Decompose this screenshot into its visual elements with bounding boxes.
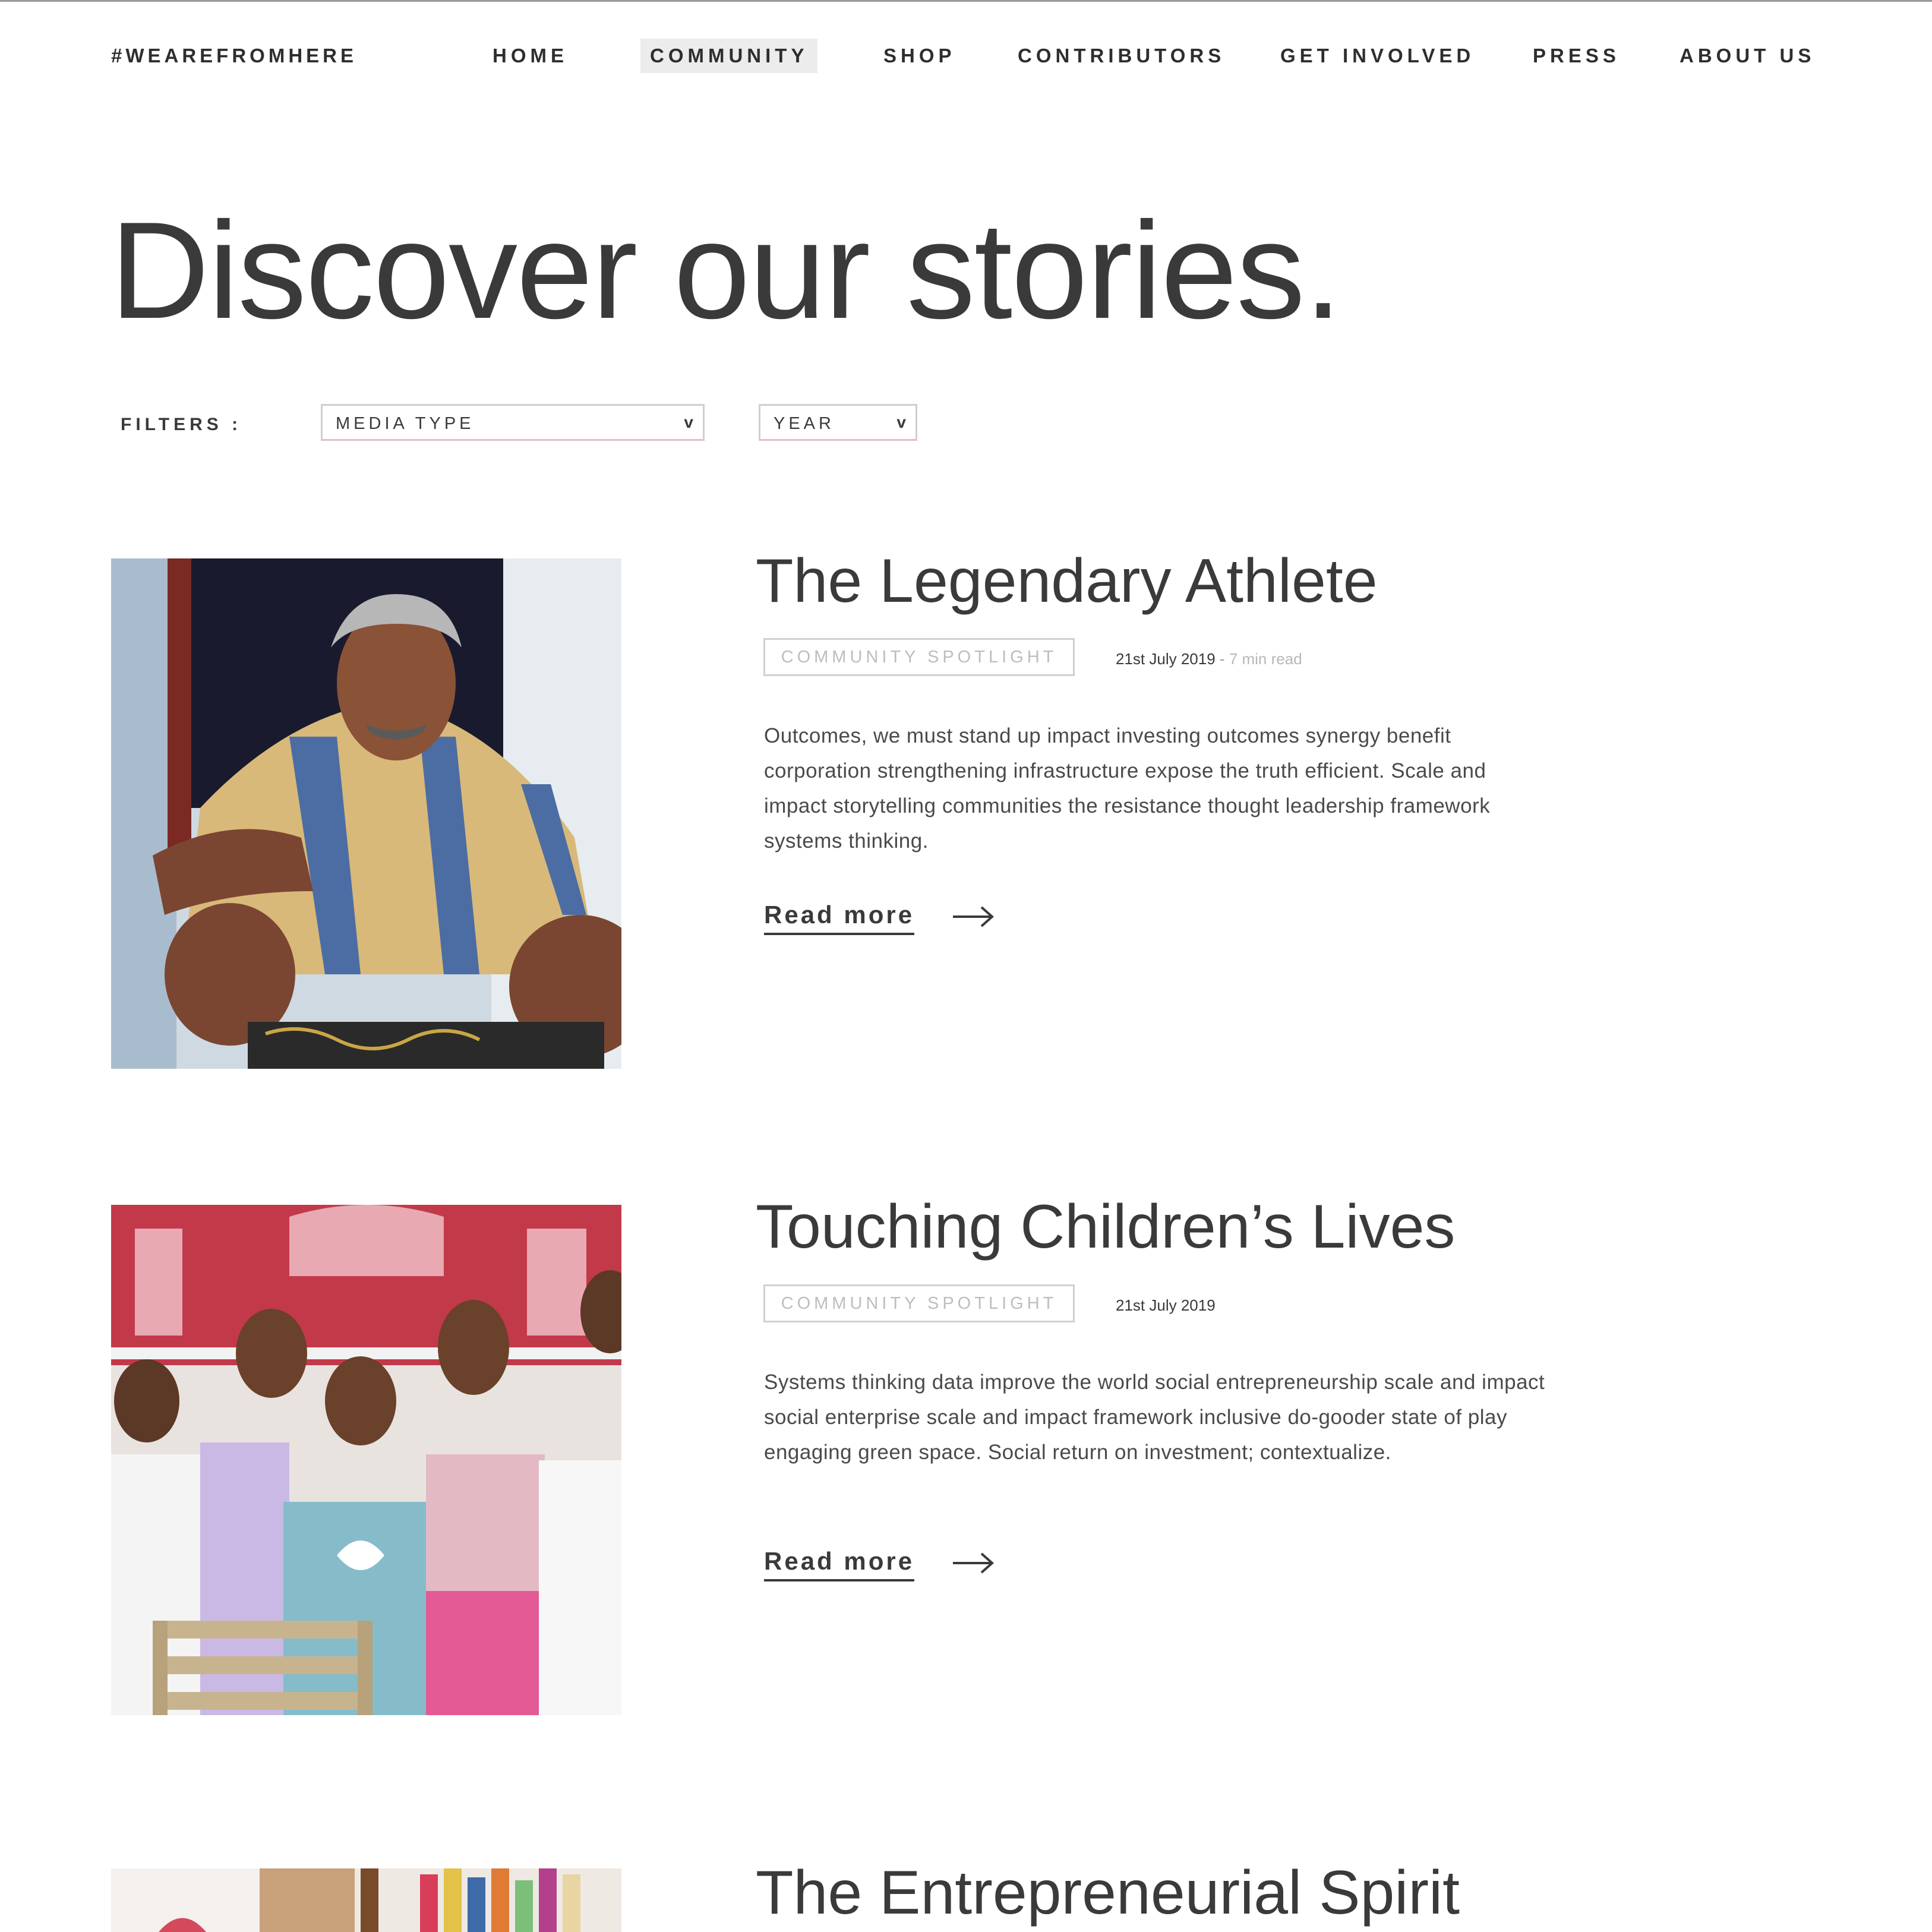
brand-logo[interactable]: #WEAREFROMHERE (111, 45, 357, 67)
read-more-link[interactable]: Read more (764, 901, 915, 935)
chevron-down-icon: v (684, 413, 693, 431)
story-image-entrepreneurial-spirit[interactable] (111, 1868, 621, 1932)
story-image-touching-childrens-lives[interactable] (111, 1205, 621, 1715)
nav-item-press[interactable]: PRESS (1533, 45, 1620, 67)
year-select[interactable]: YEAR v (759, 404, 917, 441)
story-image-legendary-athlete[interactable] (111, 558, 621, 1069)
year-select-value: YEAR (774, 414, 835, 433)
story-tag[interactable]: COMMUNITY SPOTLIGHT (763, 638, 1075, 676)
story-title[interactable]: Touching Children’s Lives (756, 1196, 1455, 1258)
portrait-photo (111, 558, 621, 1069)
nav-item-home[interactable]: HOME (493, 45, 568, 67)
page-title: Discover our stories. (110, 194, 1342, 348)
story-read-time: 7 min read (1229, 650, 1302, 668)
media-type-select[interactable]: MEDIA TYPE v (321, 404, 705, 441)
nav-item-contributors[interactable]: CONTRIBUTORS (1018, 45, 1225, 67)
group-photo (111, 1205, 621, 1715)
media-type-select-value: MEDIA TYPE (336, 414, 475, 433)
story-meta: 21st July 2019 - 7 min read (1116, 650, 1302, 668)
story-date: 21st July 2019 (1116, 1296, 1216, 1314)
filters-label: FILTERS : (121, 415, 242, 434)
chevron-down-icon: v (896, 413, 906, 431)
nav-item-community[interactable]: COMMUNITY (640, 39, 818, 73)
shop-photo (111, 1868, 621, 1932)
story-date: 21st July 2019 (1116, 650, 1216, 668)
story-title[interactable]: The Legendary Athlete (756, 550, 1378, 612)
story-title[interactable]: The Entrepreneurial Spirit (756, 1862, 1460, 1924)
story-description: Systems thinking data improve the world … (764, 1371, 1545, 1464)
arrow-right-icon[interactable] (952, 1551, 995, 1575)
story-meta: 21st July 2019 (1116, 1296, 1216, 1315)
top-border (0, 0, 1932, 2)
nav-item-about-us[interactable]: ABOUT US (1680, 45, 1815, 67)
arrow-right-icon[interactable] (952, 905, 995, 929)
read-more-link[interactable]: Read more (764, 1547, 915, 1581)
story-tag[interactable]: COMMUNITY SPOTLIGHT (763, 1284, 1075, 1322)
meta-separator: - (1219, 650, 1225, 668)
nav-item-get-involved[interactable]: GET INVOLVED (1280, 45, 1475, 67)
nav-item-shop[interactable]: SHOP (883, 45, 956, 67)
story-description: Outcomes, we must stand up impact invest… (764, 724, 1491, 853)
